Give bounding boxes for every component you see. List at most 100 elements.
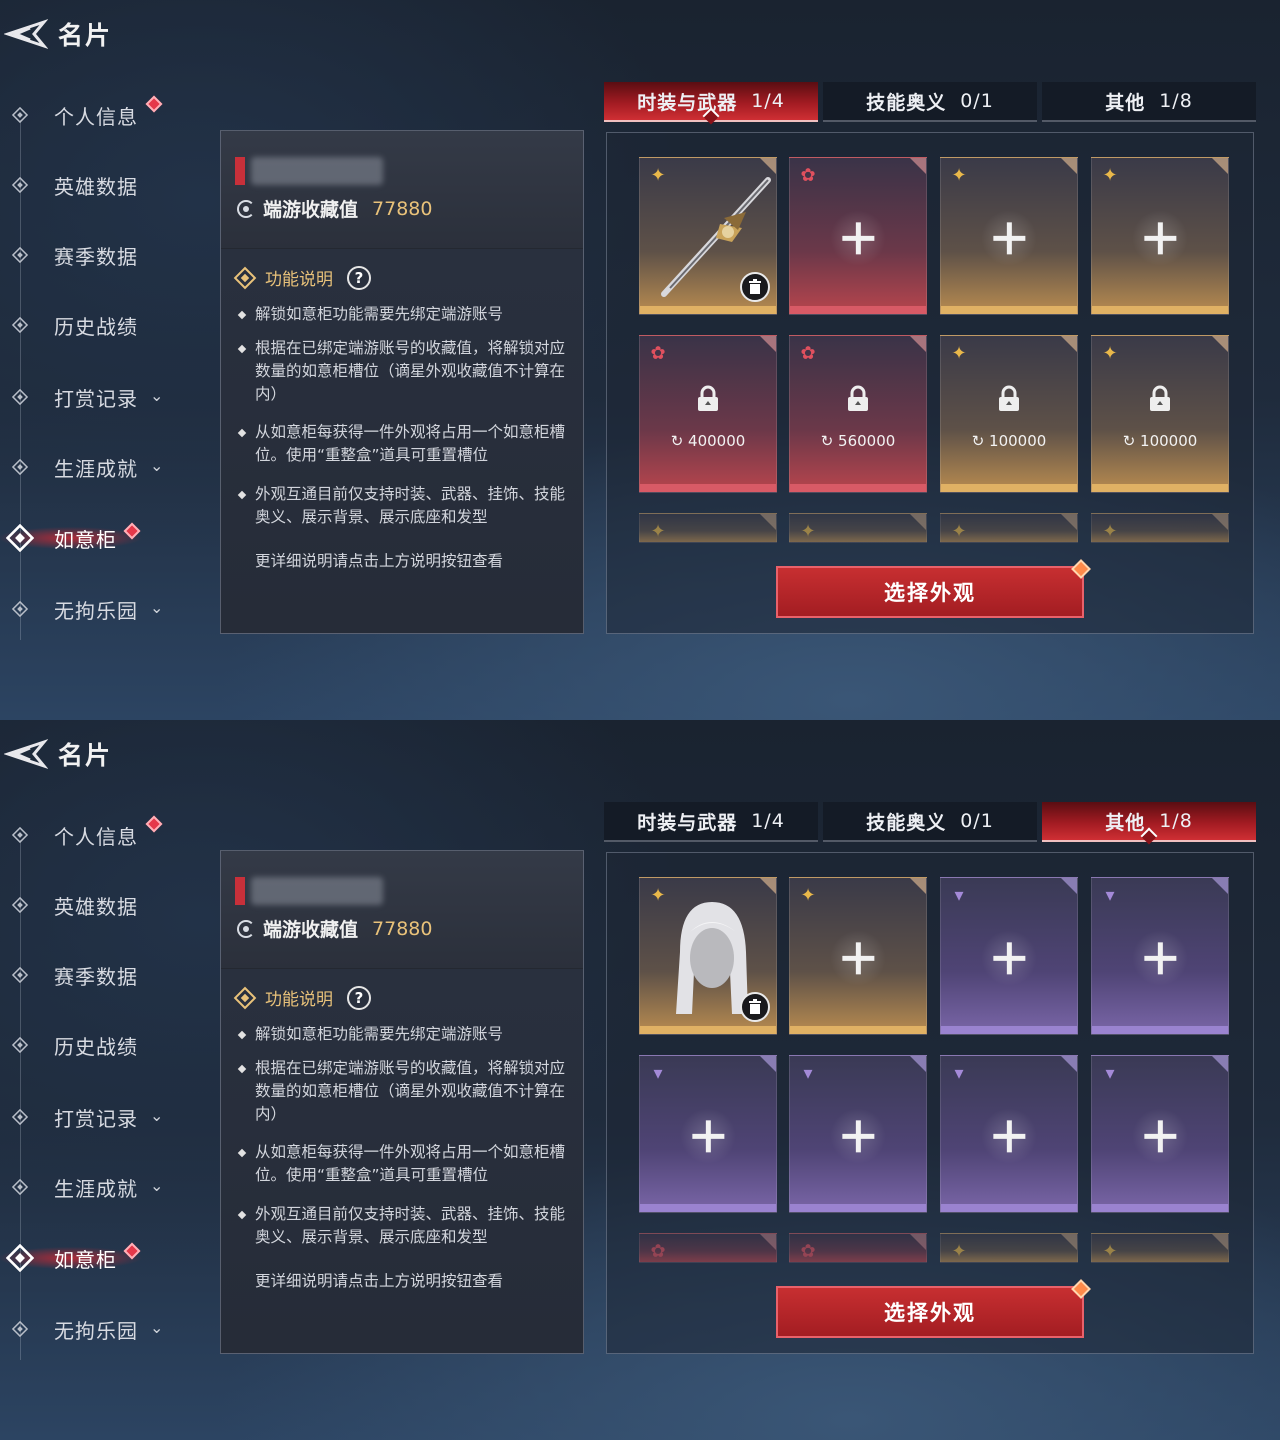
plus-icon [969, 1096, 1049, 1176]
diamond-icon [12, 1109, 28, 1125]
tab-count: 1/8 [1159, 810, 1193, 832]
chevron-down-icon: ⌄ [150, 1318, 164, 1337]
blurred-player-name [251, 157, 383, 185]
tab-0[interactable]: 时装与武器 1/4 [604, 82, 818, 122]
rarity-flower-icon: ▾ [1105, 1063, 1115, 1084]
sidebar-item-7[interactable]: 无拘乐园 ⌄ [0, 584, 200, 634]
collection-value-row: 端游收藏值 77880 [237, 195, 432, 222]
back-arrow-icon [3, 738, 49, 770]
slot-corner [910, 1234, 926, 1250]
slot-6[interactable]: ▾ [940, 1055, 1078, 1213]
sidebar-item-3[interactable]: 历史战绩 [0, 300, 200, 350]
slot-7[interactable]: ▾ [1091, 1055, 1229, 1213]
unlock-cost: ↻ 100000 [971, 432, 1047, 450]
sidebar-item-4[interactable]: 打赏记录 ⌄ [0, 372, 200, 422]
select-appearance-button[interactable]: 选择外观 [776, 1279, 1091, 1338]
notification-dot-icon [145, 815, 163, 833]
slot-2[interactable]: ✦ [940, 157, 1078, 315]
slot-1[interactable]: ✿ [789, 157, 927, 315]
tab-2[interactable]: 其他 1/8 [1042, 82, 1256, 122]
help-button[interactable]: ? [347, 985, 371, 1010]
slot-6[interactable]: ✦ ↻ 100000 [940, 335, 1078, 493]
slot-corner [760, 1056, 776, 1072]
sidebar-item-3[interactable]: 历史战绩 [0, 1020, 200, 1070]
rarity-flower-icon: ✦ [1102, 521, 1118, 542]
slot-partial: ✦ [639, 513, 777, 543]
diamond-icon [12, 1037, 28, 1053]
header: 名片 [0, 734, 112, 774]
plus-icon [1120, 918, 1200, 998]
back-button[interactable] [3, 736, 49, 772]
sidebar-item-2[interactable]: 赛季数据 [0, 950, 200, 1000]
sidebar-item-6[interactable]: 如意柜 [0, 513, 200, 563]
slot-grid: ✦ ✿ ✦ ✦ ✿ ↻ 400000 ✿ ↻ 560000 ✦ ↻ 100000… [606, 132, 1254, 634]
slot-corner [760, 336, 776, 352]
description-bullet: 外观互通目前仅支持时装、武器、挂饰、技能奥义、展示背景、展示底座和发型 [237, 1203, 567, 1249]
sidebar-item-0[interactable]: 个人信息 [0, 810, 200, 860]
slot-5[interactable]: ▾ [789, 1055, 927, 1213]
slot-7[interactable]: ✦ ↻ 100000 [1091, 335, 1229, 493]
rarity-bar [790, 1026, 926, 1034]
sidebar-item-4[interactable]: 打赏记录 ⌄ [0, 1092, 200, 1142]
slot-partial: ✦ [789, 513, 927, 543]
slot-4[interactable]: ▾ [639, 1055, 777, 1213]
rarity-bar [941, 1204, 1077, 1212]
sidebar-item-6[interactable]: 如意柜 [0, 1233, 200, 1283]
tab-0[interactable]: 时装与武器 1/4 [604, 802, 818, 842]
sidebar-item-7[interactable]: 无拘乐园 ⌄ [0, 1304, 200, 1354]
slot-2[interactable]: ▾ [940, 877, 1078, 1035]
rarity-bar [640, 484, 776, 492]
plus-icon [1120, 1096, 1200, 1176]
tab-2[interactable]: 其他 1/8 [1042, 802, 1256, 842]
diamond-icon [233, 986, 257, 1009]
sidebar-item-5[interactable]: 生涯成就 ⌄ [0, 442, 200, 492]
slot-1[interactable]: ✦ [789, 877, 927, 1035]
card-screen-1: 名片 个人信息 英雄数据 赛季数据 历史战绩 打赏记录 ⌄ 生涯成就 ⌄ 如意柜… [0, 0, 1280, 720]
tab-bar: 时装与武器 1/4 技能奥义 0/1 其他 1/8 [604, 82, 1256, 122]
description-bullet: 解锁如意柜功能需要先绑定端游账号 [237, 1023, 567, 1046]
slot-5[interactable]: ✿ ↻ 560000 [789, 335, 927, 493]
select-appearance-button[interactable]: 选择外观 [776, 559, 1091, 618]
diamond-icon [12, 601, 28, 617]
sidebar-item-2[interactable]: 赛季数据 [0, 230, 200, 280]
slot-corner [1212, 878, 1228, 894]
tab-count: 0/1 [960, 810, 994, 832]
slot-corner [1061, 158, 1077, 174]
slot-partial: ✦ [1091, 513, 1229, 543]
rarity-flower-icon: ✦ [1102, 343, 1118, 364]
select-appearance-label: 选择外观 [884, 581, 976, 605]
tab-1[interactable]: 技能奥义 0/1 [823, 802, 1037, 842]
rarity-bar [941, 1026, 1077, 1034]
slot-4[interactable]: ✿ ↻ 400000 [639, 335, 777, 493]
sidebar-item-label: 打赏记录 [54, 386, 138, 411]
slot-0[interactable]: ✦ [639, 877, 777, 1035]
sidebar-item-1[interactable]: 英雄数据 [0, 160, 200, 210]
help-button[interactable]: ? [347, 265, 371, 290]
rarity-bar [640, 1026, 776, 1034]
rarity-bar [790, 1204, 926, 1212]
back-button[interactable] [3, 16, 49, 52]
rarity-flower-icon: ✦ [951, 165, 967, 186]
sidebar-item-label: 无拘乐园 [54, 1318, 138, 1343]
slot-0[interactable]: ✦ [639, 157, 777, 315]
sidebar-item-5[interactable]: 生涯成就 ⌄ [0, 1162, 200, 1212]
sidebar-item-0[interactable]: 个人信息 [0, 90, 200, 140]
slot-corner [1061, 1056, 1077, 1072]
slot-3[interactable]: ✦ [1091, 157, 1229, 315]
slot-3[interactable]: ▾ [1091, 877, 1229, 1035]
tab-count: 0/1 [960, 90, 994, 112]
slot-partial: ✿ [789, 1233, 927, 1263]
rarity-bar [790, 484, 926, 492]
chevron-down-icon: ⌄ [150, 1106, 164, 1125]
sidebar-item-label: 个人信息 [54, 824, 138, 849]
accent-bar [235, 157, 245, 185]
tab-1[interactable]: 技能奥义 0/1 [823, 82, 1037, 122]
tab-count: 1/4 [751, 810, 785, 832]
sidebar-item-1[interactable]: 英雄数据 [0, 880, 200, 930]
plus-icon [969, 918, 1049, 998]
profile-summary: 端游收藏值 77880 [221, 131, 583, 249]
slot-corner [760, 514, 776, 530]
rarity-flower-icon: ▾ [1105, 885, 1115, 906]
header: 名片 [0, 14, 112, 54]
blurred-player-name [251, 877, 383, 905]
